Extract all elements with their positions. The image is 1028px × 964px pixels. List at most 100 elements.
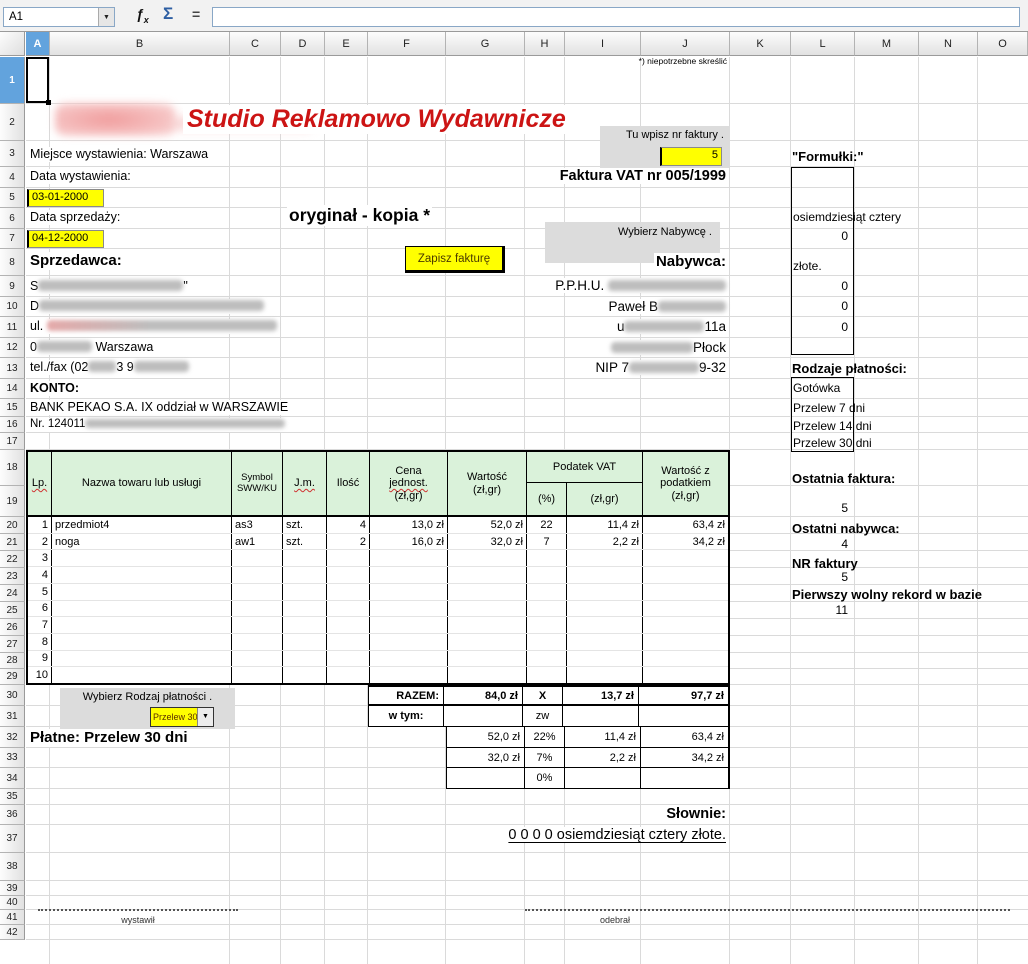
item-cell-price[interactable] bbox=[370, 667, 448, 683]
row-header-10[interactable]: 10 bbox=[0, 297, 25, 317]
active-cell-selection[interactable] bbox=[26, 57, 49, 103]
item-cell-price[interactable]: 13,0 zł bbox=[370, 517, 448, 533]
item-cell-pct[interactable]: 22 bbox=[527, 517, 567, 533]
item-cell-gross[interactable] bbox=[643, 634, 728, 650]
row-header-5[interactable]: 5 bbox=[0, 188, 25, 208]
row-header-6[interactable]: 6 bbox=[0, 208, 25, 229]
item-cell-lp[interactable]: 1 bbox=[28, 517, 52, 533]
row-header-24[interactable]: 24 bbox=[0, 585, 25, 602]
selection-handle[interactable] bbox=[46, 100, 51, 105]
item-cell-pct[interactable] bbox=[527, 651, 567, 667]
item-cell-price[interactable] bbox=[370, 634, 448, 650]
item-cell-symbol[interactable] bbox=[232, 634, 283, 650]
row-header-29[interactable]: 29 bbox=[0, 669, 25, 685]
item-cell-price[interactable] bbox=[370, 550, 448, 566]
row-header-40[interactable]: 40 bbox=[0, 896, 25, 910]
row-header-11[interactable]: 11 bbox=[0, 317, 25, 338]
item-cell-lp[interactable]: 3 bbox=[28, 550, 52, 566]
row-header-13[interactable]: 13 bbox=[0, 358, 25, 379]
row-header-42[interactable]: 42 bbox=[0, 925, 25, 940]
item-cell-qty[interactable]: 2 bbox=[327, 534, 370, 550]
row-header-8[interactable]: 8 bbox=[0, 249, 25, 276]
item-cell-symbol[interactable] bbox=[232, 584, 283, 600]
item-cell-pct[interactable] bbox=[527, 634, 567, 650]
item-cell-pct[interactable]: 7 bbox=[527, 534, 567, 550]
row-header-21[interactable]: 21 bbox=[0, 534, 25, 551]
item-cell-vat[interactable] bbox=[567, 567, 643, 583]
column-header-D[interactable]: D bbox=[281, 32, 325, 56]
item-cell-qty[interactable]: 4 bbox=[327, 517, 370, 533]
item-cell-price[interactable] bbox=[370, 617, 448, 633]
item-cell-value[interactable] bbox=[448, 634, 527, 650]
item-cell-symbol[interactable]: aw1 bbox=[232, 534, 283, 550]
row-header-14[interactable]: 14 bbox=[0, 379, 25, 399]
item-cell-jm[interactable] bbox=[283, 601, 327, 617]
row-header-2[interactable]: 2 bbox=[0, 104, 25, 141]
item-cell-qty[interactable] bbox=[327, 601, 370, 617]
invoice-item-row[interactable]: 2nogaaw1szt.216,0 zł32,0 zł72,2 zł34,2 z… bbox=[28, 534, 728, 551]
invoice-item-row[interactable]: 3 bbox=[28, 550, 728, 567]
item-cell-jm[interactable] bbox=[283, 550, 327, 566]
row-header-15[interactable]: 15 bbox=[0, 399, 25, 417]
payment-dropdown[interactable]: Przelew 30 dni ▼ bbox=[150, 707, 214, 727]
column-header-M[interactable]: M bbox=[855, 32, 919, 56]
item-cell-vat[interactable] bbox=[567, 601, 643, 617]
row-header-1[interactable]: 1 bbox=[0, 57, 25, 104]
item-cell-gross[interactable]: 63,4 zł bbox=[643, 517, 728, 533]
formula-input[interactable] bbox=[212, 7, 1020, 27]
item-cell-vat[interactable] bbox=[567, 550, 643, 566]
row-header-39[interactable]: 39 bbox=[0, 881, 25, 896]
item-cell-pct[interactable] bbox=[527, 567, 567, 583]
item-cell-name[interactable] bbox=[52, 567, 232, 583]
item-cell-value[interactable] bbox=[448, 651, 527, 667]
issue-date-input-cell[interactable]: 03-01-2000 bbox=[27, 189, 104, 207]
column-header-A[interactable]: A bbox=[26, 32, 50, 56]
item-cell-name[interactable] bbox=[52, 601, 232, 617]
row-header-17[interactable]: 17 bbox=[0, 433, 25, 450]
item-cell-gross[interactable] bbox=[643, 550, 728, 566]
item-cell-name[interactable] bbox=[52, 634, 232, 650]
item-cell-value[interactable]: 52,0 zł bbox=[448, 517, 527, 533]
item-cell-vat[interactable] bbox=[567, 617, 643, 633]
item-cell-vat[interactable] bbox=[567, 584, 643, 600]
invoice-item-row[interactable]: 1przedmiot4as3szt.413,0 zł52,0 zł2211,4 … bbox=[28, 517, 728, 534]
item-cell-value[interactable] bbox=[448, 584, 527, 600]
item-cell-jm[interactable] bbox=[283, 651, 327, 667]
item-cell-vat[interactable] bbox=[567, 634, 643, 650]
payment-option-przelew30[interactable]: Przelew 30 dni bbox=[793, 436, 872, 450]
item-cell-symbol[interactable] bbox=[232, 550, 283, 566]
row-header-38[interactable]: 38 bbox=[0, 853, 25, 881]
item-cell-value[interactable] bbox=[448, 617, 527, 633]
payment-option-gotowka[interactable]: Gotówka bbox=[793, 381, 840, 395]
payment-option-przelew7[interactable]: Przelew 7 dni bbox=[793, 401, 865, 415]
column-header-O[interactable]: O bbox=[978, 32, 1028, 56]
column-header-G[interactable]: G bbox=[446, 32, 525, 56]
item-cell-gross[interactable] bbox=[643, 601, 728, 617]
item-cell-pct[interactable] bbox=[527, 601, 567, 617]
save-invoice-button[interactable]: Zapisz fakturę bbox=[405, 246, 505, 273]
item-cell-gross[interactable] bbox=[643, 617, 728, 633]
item-cell-jm[interactable] bbox=[283, 634, 327, 650]
row-header-9[interactable]: 9 bbox=[0, 276, 25, 297]
item-cell-jm[interactable]: szt. bbox=[283, 534, 327, 550]
payment-option-przelew14[interactable]: Przelew 14 dni bbox=[793, 419, 872, 433]
column-header-C[interactable]: C bbox=[230, 32, 281, 56]
item-cell-value[interactable] bbox=[448, 567, 527, 583]
row-header-36[interactable]: 36 bbox=[0, 805, 25, 825]
row-header-4[interactable]: 4 bbox=[0, 167, 25, 188]
item-cell-gross[interactable] bbox=[643, 567, 728, 583]
item-cell-price[interactable] bbox=[370, 567, 448, 583]
item-cell-name[interactable]: przedmiot4 bbox=[52, 517, 232, 533]
item-cell-value[interactable]: 32,0 zł bbox=[448, 534, 527, 550]
item-cell-jm[interactable] bbox=[283, 567, 327, 583]
row-header-3[interactable]: 3 bbox=[0, 141, 25, 167]
row-header-32[interactable]: 32 bbox=[0, 727, 25, 748]
sale-date-input-cell[interactable]: 04-12-2000 bbox=[27, 230, 104, 248]
invoice-item-row[interactable]: 10 bbox=[28, 667, 728, 683]
item-cell-name[interactable]: noga bbox=[52, 534, 232, 550]
item-cell-symbol[interactable] bbox=[232, 651, 283, 667]
row-header-37[interactable]: 37 bbox=[0, 825, 25, 853]
item-cell-jm[interactable] bbox=[283, 584, 327, 600]
item-cell-vat[interactable] bbox=[567, 667, 643, 683]
row-header-41[interactable]: 41 bbox=[0, 910, 25, 925]
